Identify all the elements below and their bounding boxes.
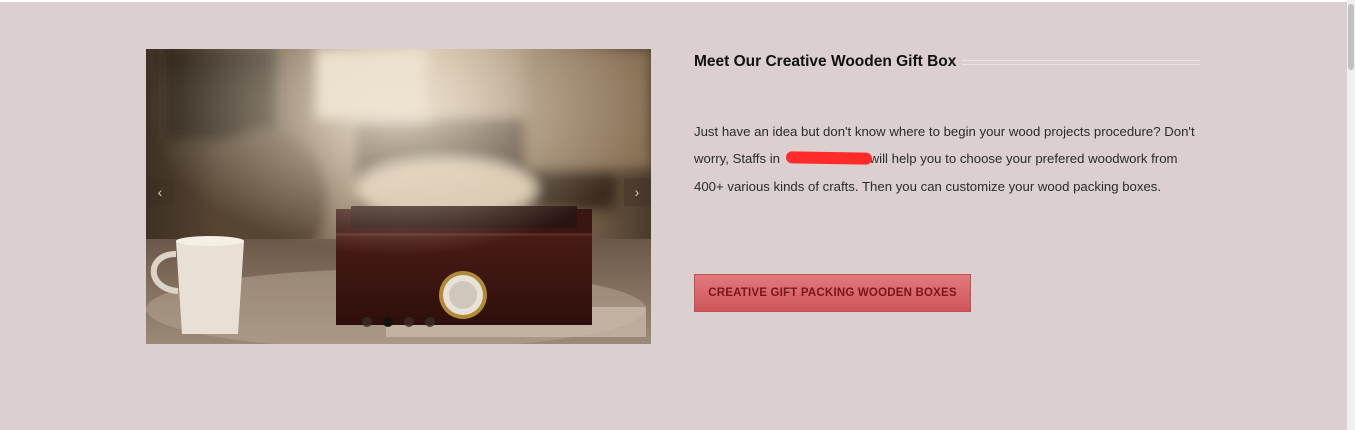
image-slider[interactable] <box>146 49 651 344</box>
creative-gift-boxes-button[interactable]: CREATIVE GIFT PACKING WOODEN BOXES <box>694 274 971 312</box>
slider-dot-active[interactable] <box>383 317 393 327</box>
slider-pagination <box>362 317 435 327</box>
title-divider <box>962 59 1200 65</box>
slider-next-arrow-icon[interactable]: › <box>624 178 650 206</box>
redaction-mark <box>785 151 872 166</box>
section-heading-row: Meet Our Creative Wooden Gift Box <box>694 52 1200 72</box>
section-title: Meet Our Creative Wooden Gift Box <box>694 53 957 70</box>
scrollbar-thumb[interactable] <box>1348 4 1354 70</box>
slider-prev-arrow-icon[interactable]: ‹ <box>147 178 173 206</box>
section-description: Just have an idea but don't know where t… <box>694 118 1204 200</box>
slider-dot[interactable] <box>404 317 414 327</box>
slide-image-cigar-humidor <box>146 49 651 344</box>
slider-dot[interactable] <box>362 317 372 327</box>
page-scrollbar[interactable] <box>1347 0 1355 430</box>
slider-dot[interactable] <box>425 317 435 327</box>
